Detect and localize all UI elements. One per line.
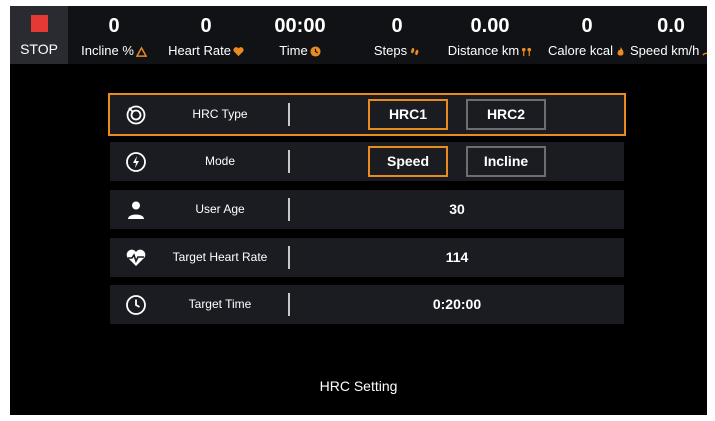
target-heart-rate-label: Target Heart Rate [172, 250, 268, 264]
hrc-type-label: HRC Type [192, 107, 248, 121]
calories-label: Calore kcal [547, 43, 614, 58]
target-time-value[interactable]: 0:20:00 [290, 285, 624, 324]
user-age-label: User Age [195, 202, 245, 216]
heart-icon [233, 47, 244, 57]
metric-distance: 0.00 Distance km [440, 6, 540, 64]
divider [288, 150, 290, 173]
divider [288, 103, 290, 126]
mode-row[interactable]: Mode Speed Incline [110, 142, 624, 181]
speed-icon [702, 52, 707, 56]
incline-icon [135, 46, 147, 57]
treadmill-screen: STOP 0 Incline % 0 Heart Rate 00:00 Time… [10, 6, 707, 415]
metrics-bar: STOP 0 Incline % 0 Heart Rate 00:00 Time… [10, 6, 707, 64]
stop-button[interactable]: STOP [10, 6, 68, 64]
flame-icon [617, 46, 624, 56]
time-value: 00:00 [274, 15, 326, 37]
hrc2-option-button[interactable]: HRC2 [466, 99, 546, 130]
stop-label: STOP [20, 41, 58, 57]
distance-pin-icon [522, 47, 532, 57]
clock-icon [126, 295, 146, 315]
user-age-value[interactable]: 30 [290, 190, 624, 229]
hrc1-option-button[interactable]: HRC1 [368, 99, 448, 130]
target-heart-rate-value[interactable]: 114 [290, 238, 624, 277]
speed-mode-button[interactable]: Speed [368, 146, 448, 177]
distance-label: Distance km [447, 43, 520, 58]
user-icon [128, 201, 144, 219]
heart-rate-value: 0 [200, 15, 212, 37]
steps-value: 0 [391, 15, 403, 37]
target-heart-rate-row[interactable]: Target Heart Rate 114 [110, 238, 624, 277]
speed-value: 0.0 [657, 15, 685, 37]
heart-rate-label: Heart Rate [168, 43, 231, 58]
hrc-ring-icon [126, 105, 146, 125]
page-title: HRC Setting [319, 378, 398, 394]
metric-steps: 0 Steps [362, 6, 432, 64]
metric-incline: 0 Incline % [72, 6, 156, 64]
metric-calories: 0 Calore kcal [541, 6, 633, 64]
calories-value: 0 [581, 15, 593, 37]
incline-label: Incline % [81, 43, 134, 58]
hrc-type-row[interactable]: HRC Type HRC1 HRC2 [108, 93, 626, 136]
target-time-label: Target Time [188, 297, 252, 311]
stop-icon [30, 15, 48, 32]
time-label: Time [279, 43, 308, 58]
mode-label: Mode [204, 154, 236, 168]
metric-heart-rate: 0 Heart Rate [158, 6, 254, 64]
metric-time: 00:00 Time [262, 6, 338, 64]
user-age-row[interactable]: User Age 30 [110, 190, 624, 229]
steps-label: Steps [373, 43, 408, 58]
lightning-icon [126, 152, 146, 172]
metric-speed: 0.0 Speed km/h [630, 6, 707, 64]
target-time-row[interactable]: Target Time 0:20:00 [110, 285, 624, 324]
incline-value: 0 [108, 15, 120, 37]
footsteps-icon [411, 47, 419, 56]
speed-label: Speed km/h [630, 43, 700, 58]
clock-icon [310, 46, 321, 57]
incline-mode-button[interactable]: Incline [466, 146, 546, 177]
heartbeat-icon [126, 249, 146, 266]
distance-value: 0.00 [470, 15, 510, 37]
